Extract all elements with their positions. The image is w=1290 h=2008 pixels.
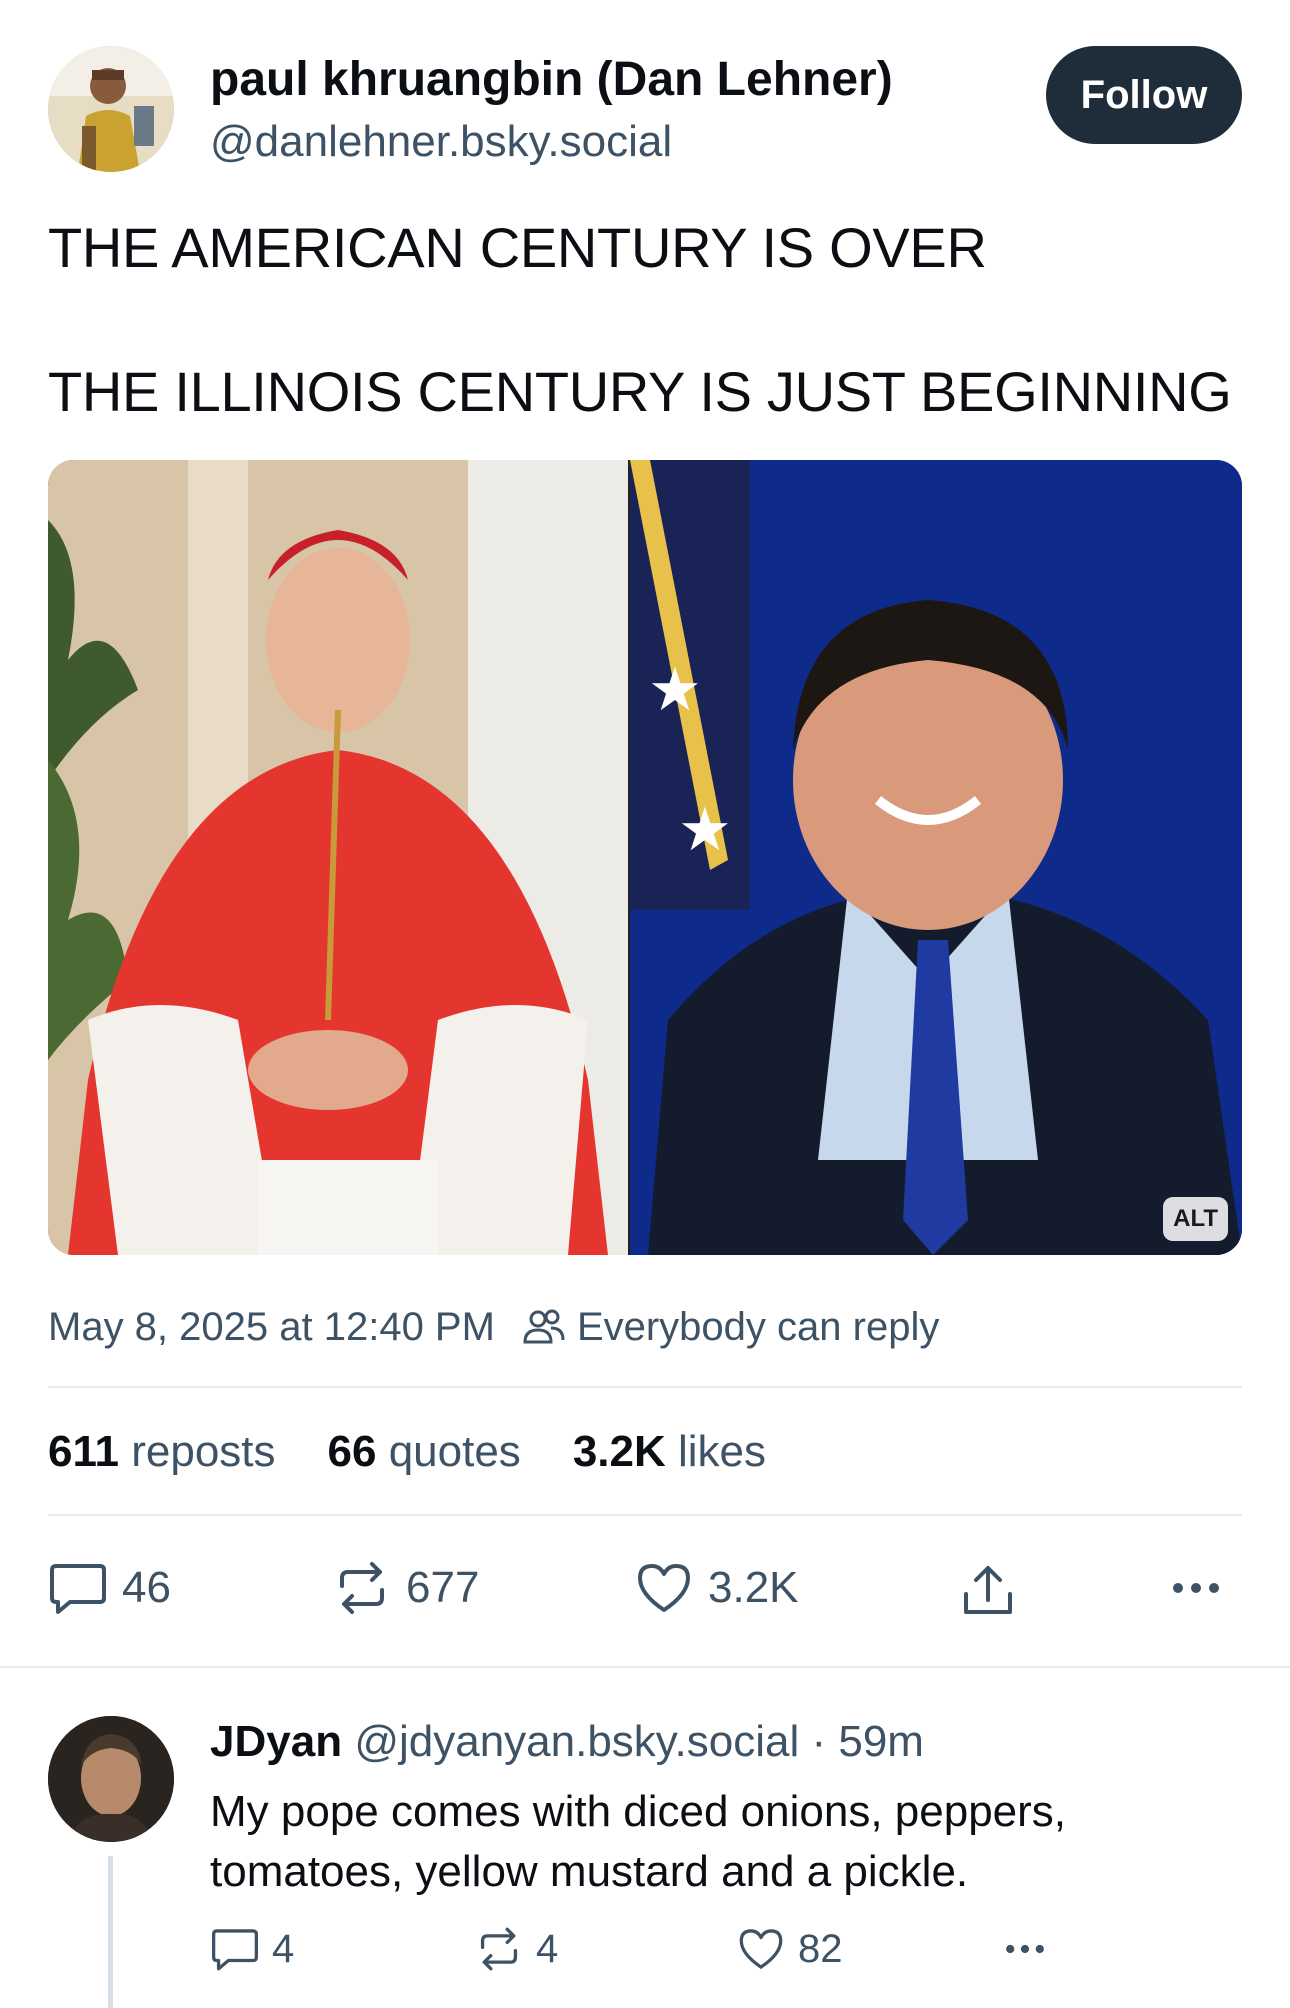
- post-text-line-2: THE ILLINOIS CENTURY IS JUST BEGINNING: [48, 360, 1232, 423]
- reply-icon: [212, 1929, 259, 1971]
- reply-text: My pope comes with diced onions, peppers…: [210, 1787, 1067, 1896]
- post-image[interactable]: ★ ★ ALT: [48, 460, 1242, 1255]
- repost-icon: [340, 1562, 384, 1614]
- reply-button[interactable]: 46: [48, 1560, 171, 1616]
- author-handle[interactable]: @danlehner.bsky.social: [210, 114, 672, 170]
- reply-icon: [50, 1564, 106, 1614]
- reply-handle-time[interactable]: @jdyanyan.bsky.social · 59m: [354, 1717, 924, 1766]
- more-options-button[interactable]: [1168, 1560, 1238, 1616]
- post-meta: May 8, 2025 at 12:40 PM Everybody can re…: [48, 1300, 939, 1354]
- reply-author-name[interactable]: JDyan: [210, 1717, 342, 1766]
- reply-repost-button[interactable]: 4: [474, 1926, 558, 1972]
- follow-button[interactable]: Follow: [1046, 46, 1242, 144]
- reply-author-avatar[interactable]: [48, 1716, 174, 1842]
- heart-icon: [638, 1564, 690, 1612]
- post-stats: 611 reposts 66 quotes 3.2K likes: [48, 1424, 818, 1480]
- reply-more-options-button[interactable]: [1000, 1926, 1062, 1972]
- repost-icon: [480, 1927, 518, 1971]
- share-icon: [964, 1566, 1012, 1614]
- alt-badge[interactable]: ALT: [1163, 1197, 1228, 1241]
- like-button[interactable]: 3.2K: [634, 1560, 799, 1616]
- share-button[interactable]: [958, 1560, 1032, 1620]
- reply-like-button[interactable]: 82: [736, 1926, 843, 1972]
- reply-setting[interactable]: Everybody can reply: [577, 1300, 939, 1354]
- post-timestamp: May 8, 2025 at 12:40 PM: [48, 1305, 495, 1349]
- svg-text:★: ★: [648, 655, 702, 725]
- post-text-line-1: THE AMERICAN CENTURY IS OVER: [48, 216, 987, 279]
- author-display-name[interactable]: paul khruangbin (Dan Lehner): [210, 50, 893, 110]
- reply-reply-button[interactable]: 4: [210, 1926, 294, 1972]
- svg-text:★: ★: [678, 795, 732, 865]
- ellipsis-icon: [1173, 1583, 1219, 1593]
- people-icon: [523, 1309, 565, 1344]
- ellipsis-icon: [1006, 1944, 1044, 1954]
- likes-stat[interactable]: 3.2K likes: [573, 1424, 766, 1480]
- divider: [48, 1386, 1242, 1388]
- heart-icon: [739, 1929, 783, 1969]
- author-avatar[interactable]: [48, 46, 174, 172]
- divider: [48, 1514, 1242, 1516]
- quotes-stat[interactable]: 66 quotes: [328, 1424, 521, 1480]
- reposts-stat[interactable]: 611 reposts: [48, 1424, 276, 1480]
- reply-header: JDyan @jdyanyan.bsky.social · 59m: [210, 1714, 924, 1770]
- repost-button[interactable]: 677: [332, 1560, 479, 1616]
- thread-line: [108, 1856, 113, 2008]
- section-divider: [0, 1666, 1290, 1668]
